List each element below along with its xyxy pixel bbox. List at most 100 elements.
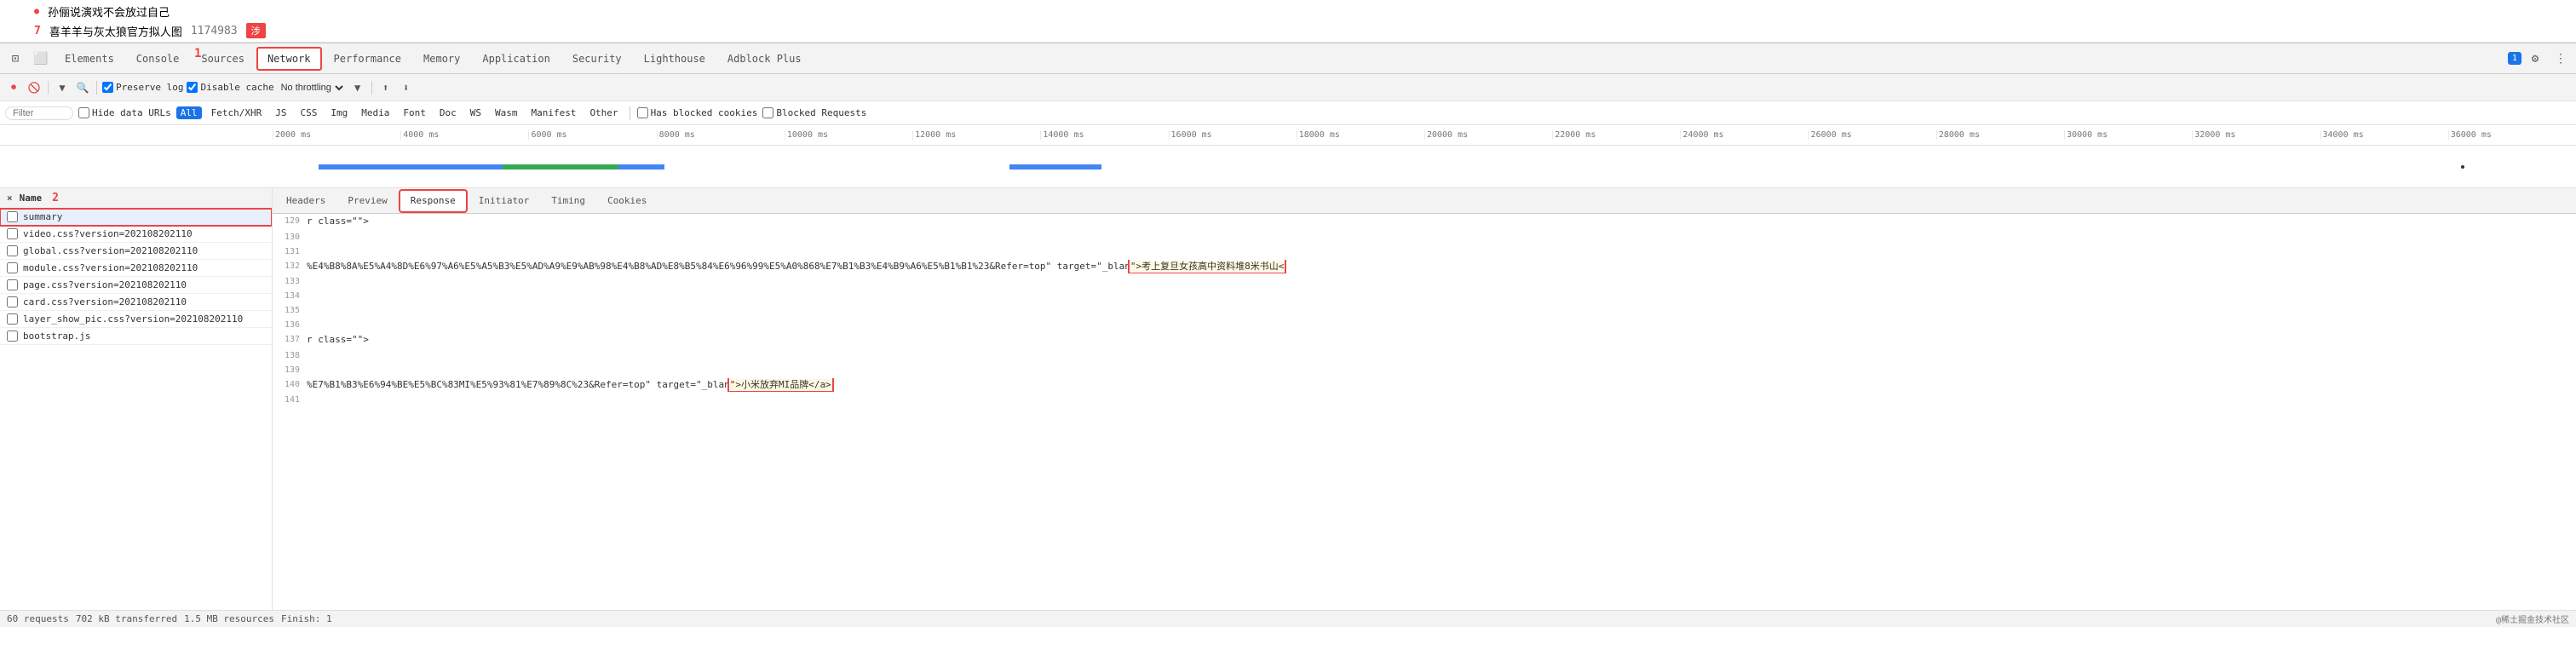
timeline-bar: 2000 ms4000 ms6000 ms8000 ms10000 ms1200… xyxy=(0,125,2576,146)
filter-type-ws[interactable]: WS xyxy=(466,106,486,119)
file-checkbox-video-css[interactable] xyxy=(7,228,18,239)
timeline-label: 28000 ms xyxy=(1936,130,2064,140)
file-item-module-css[interactable]: module.css?version=202108202110 xyxy=(0,260,272,277)
separator-3 xyxy=(371,81,372,95)
import-icon[interactable]: ⬆ xyxy=(377,79,394,96)
filter-type-js[interactable]: JS xyxy=(271,106,290,119)
file-item-global-css[interactable]: global.css?version=202108202110 xyxy=(0,243,272,260)
tab-performance[interactable]: Performance xyxy=(324,47,411,71)
status-finish: Finish: 1 xyxy=(281,613,332,624)
waterfall-bar xyxy=(1009,164,1101,170)
filter-type-other[interactable]: Other xyxy=(585,106,622,119)
timeline-label: 6000 ms xyxy=(528,130,656,140)
disable-cache-checkbox[interactable]: Disable cache xyxy=(187,82,273,93)
waterfall-area xyxy=(0,146,2576,188)
file-checkbox-module-css[interactable] xyxy=(7,262,18,273)
resp-tab-initiator[interactable]: Initiator xyxy=(469,190,540,212)
throttle-dropdown-icon[interactable]: ▼ xyxy=(349,79,366,96)
badge-counter[interactable]: 1 xyxy=(2508,52,2521,65)
filter-type-font[interactable]: Font xyxy=(399,106,430,119)
response-line-140: 140 %E7%B1%B3%E6%94%BE%E5%BC%83MI%E5%93%… xyxy=(273,377,2576,394)
file-name-card-css: card.css?version=202108202110 xyxy=(23,296,265,308)
resp-tab-headers[interactable]: Headers xyxy=(276,190,336,212)
filter-icon[interactable]: ▼ xyxy=(54,79,71,96)
tab-console[interactable]: Console xyxy=(126,47,190,71)
timeline-label: 34000 ms xyxy=(2320,130,2448,140)
timeline-label: 18000 ms xyxy=(1297,130,1424,140)
file-name-summary: summary xyxy=(23,211,265,222)
file-item-layer-css[interactable]: layer_show_pic.css?version=202108202110 xyxy=(0,311,272,328)
tab-elements[interactable]: Elements xyxy=(55,47,124,71)
filter-type-manifest[interactable]: Manifest xyxy=(526,106,580,119)
timeline-label: 26000 ms xyxy=(1808,130,1936,140)
tab-adblock[interactable]: Adblock Plus xyxy=(717,47,812,71)
timeline-labels: 2000 ms4000 ms6000 ms8000 ms10000 ms1200… xyxy=(0,130,2576,140)
response-panel: Headers Preview Response Initiator Timin… xyxy=(273,188,2576,610)
throttle-select[interactable]: No throttling xyxy=(278,82,346,94)
resp-tab-timing[interactable]: Timing xyxy=(541,190,595,212)
file-item-page-css[interactable]: page.css?version=202108202110 xyxy=(0,277,272,294)
tab-application[interactable]: Application xyxy=(472,47,560,71)
file-checkbox-bootstrap-js[interactable] xyxy=(7,330,18,342)
search-icon[interactable]: 🔍 xyxy=(74,79,91,96)
tab-network[interactable]: Network xyxy=(256,47,322,71)
item-number: 7 xyxy=(34,25,41,37)
timeline-label: 2000 ms xyxy=(273,130,400,140)
preserve-log-checkbox[interactable]: Preserve log xyxy=(102,82,183,93)
filter-type-media[interactable]: Media xyxy=(357,106,394,119)
page-content-item-1: ● 孙俪说演戏不会放过自己 xyxy=(34,3,2542,20)
resp-tab-response[interactable]: Response xyxy=(400,190,467,212)
tab-memory[interactable]: Memory xyxy=(413,47,470,71)
file-checkbox-layer-css[interactable] xyxy=(7,313,18,325)
filter-type-fetch[interactable]: Fetch/XHR xyxy=(207,106,267,119)
file-checkbox-card-css[interactable] xyxy=(7,296,18,308)
clear-button[interactable]: 🚫 xyxy=(26,79,43,96)
file-name-page-css: page.css?version=202108202110 xyxy=(23,279,265,290)
file-name-global-css: global.css?version=202108202110 xyxy=(23,245,265,256)
timeline-label: 30000 ms xyxy=(2064,130,2192,140)
filter-type-wasm[interactable]: Wasm xyxy=(491,106,522,119)
file-checkbox-global-css[interactable] xyxy=(7,245,18,256)
tab-security[interactable]: Security xyxy=(562,47,632,71)
settings-icon[interactable]: ⚙ xyxy=(2523,47,2547,71)
devtools-right-icons: 1 ⚙ ⋮ xyxy=(2508,47,2573,71)
record-button[interactable]: ⏺ xyxy=(5,79,22,96)
close-x[interactable]: × xyxy=(7,193,13,204)
file-checkbox-summary[interactable] xyxy=(7,211,18,222)
resp-tab-cookies[interactable]: Cookies xyxy=(597,190,657,212)
response-line-133: 133 xyxy=(273,274,2576,289)
response-line-134: 134 xyxy=(273,289,2576,303)
response-line-130: 130 xyxy=(273,230,2576,244)
hot-badge: 涉 xyxy=(246,23,266,38)
file-item-video-css[interactable]: video.css?version=202108202110 xyxy=(0,226,272,243)
has-blocked-cookies-checkbox[interactable]: Has blocked cookies xyxy=(637,107,758,118)
inspect-icon[interactable]: ⊡ xyxy=(3,47,27,71)
filter-type-all[interactable]: All xyxy=(176,106,202,119)
blocked-requests-checkbox[interactable]: Blocked Requests xyxy=(762,107,866,118)
page-id: 1174983 xyxy=(191,25,238,37)
timeline-label: 24000 ms xyxy=(1680,130,1808,140)
device-icon[interactable]: ⬜ xyxy=(29,47,53,71)
more-icon[interactable]: ⋮ xyxy=(2549,47,2573,71)
export-icon[interactable]: ⬇ xyxy=(398,79,415,96)
filter-type-doc[interactable]: Doc xyxy=(435,106,461,119)
waterfall-bar xyxy=(503,164,618,170)
file-item-bootstrap-js[interactable]: bootstrap.js xyxy=(0,328,272,345)
file-list-name-header: Name xyxy=(20,193,43,204)
annotation-2: 2 xyxy=(52,192,59,204)
filter-type-img[interactable]: Img xyxy=(326,106,352,119)
timeline-label: 4000 ms xyxy=(400,130,528,140)
tab-lighthouse[interactable]: Lighthouse xyxy=(634,47,716,71)
file-item-summary[interactable]: summary xyxy=(0,209,272,226)
response-content: 129 r class=""> 130 131 132 %E4%B8%8A%E5… xyxy=(273,214,2576,610)
devtools-tab-bar: ⊡ ⬜ Elements Console Sources Network Per… xyxy=(0,43,2576,74)
resp-tab-preview[interactable]: Preview xyxy=(337,190,397,212)
filter-input[interactable] xyxy=(5,106,73,120)
status-bar: 60 requests 702 kB transferred 1.5 MB re… xyxy=(0,610,2576,627)
hide-data-urls-checkbox[interactable]: Hide data URLs xyxy=(78,107,171,118)
file-checkbox-page-css[interactable] xyxy=(7,279,18,290)
file-name-video-css: video.css?version=202108202110 xyxy=(23,228,265,239)
file-item-card-css[interactable]: card.css?version=202108202110 xyxy=(0,294,272,311)
filter-type-css[interactable]: CSS xyxy=(296,106,321,119)
response-line-135: 135 xyxy=(273,303,2576,318)
